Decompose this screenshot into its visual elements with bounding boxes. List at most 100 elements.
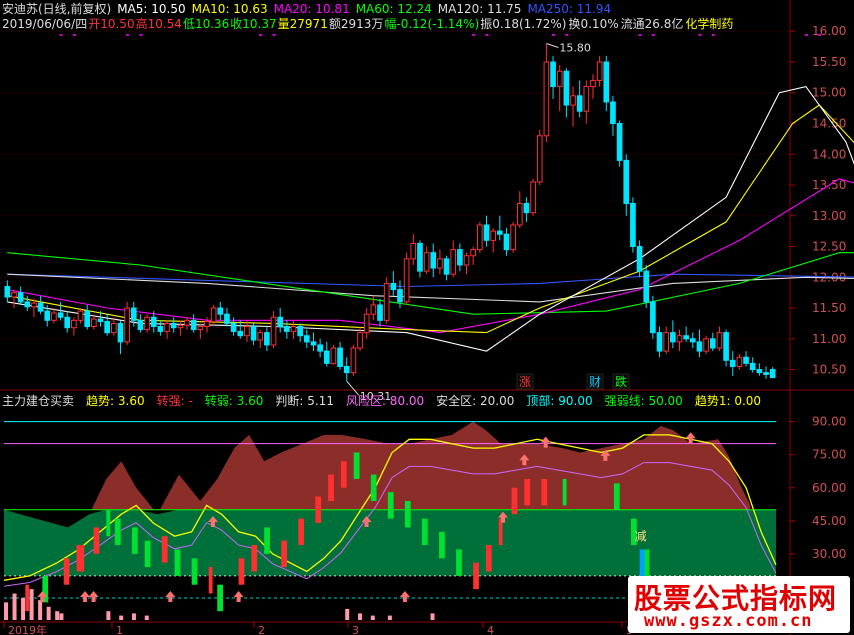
candle-body [310, 341, 317, 346]
candle-body [590, 79, 596, 88]
candle-body [510, 224, 516, 251]
candle-body [370, 304, 377, 315]
bottom-pink-bar [55, 611, 60, 620]
trend-step-bar [174, 549, 181, 576]
candle-body [257, 332, 264, 341]
price-header-line1: 安迪苏(日线,前复权) MA5: 10.50 MA10: 10.63 MA20: 10… [2, 2, 617, 16]
ma-value-6: MA250: 11.94 [527, 2, 612, 16]
candle-body [723, 332, 729, 361]
ma-line-ma5 [7, 85, 854, 352]
candle-body [250, 325, 257, 341]
candle-body [769, 369, 776, 379]
candle-body [31, 302, 37, 308]
bar-info-extra-0: 振0.18(1.72%) [480, 17, 567, 31]
indicator-tick-label: 90.00 [812, 415, 846, 429]
candle-body [230, 322, 237, 332]
trend-step-bar [63, 558, 70, 585]
trend-step-bar [541, 478, 548, 506]
candle-body [703, 338, 709, 352]
trend-step-bar [353, 452, 360, 479]
watermark-url: www.gszx.com.cn [644, 611, 813, 631]
trend-step-bar [93, 527, 100, 554]
candle-body [556, 70, 563, 88]
bottom-pink-bar [430, 613, 435, 620]
ma-value-2: MA10: 10.63 [191, 2, 268, 16]
candle-body [210, 307, 217, 323]
x-axis-label: 2 [258, 624, 265, 635]
bar-info-extra-2: 流通26.8亿 [620, 17, 684, 31]
watermark-logo: 股票公式指标网 www.gszx.com.cn [628, 576, 850, 633]
indicator-value-1: 趋势: 3.60 [86, 394, 145, 408]
candle-body [636, 246, 643, 272]
bottom-pink-bar [358, 613, 363, 620]
candle-body [463, 255, 470, 266]
candle-body [536, 135, 543, 183]
top-signal-dot [711, 34, 715, 36]
trend-step-bar [76, 545, 85, 572]
trend-step-bar [251, 545, 258, 572]
bottom-pink-bar [12, 593, 17, 620]
candle-body [383, 282, 390, 321]
indicator-value-5: 风险区: 80.00 [345, 394, 425, 408]
x-axis-label: 1 [116, 624, 123, 635]
candle-body [610, 101, 616, 124]
top-signal-dot [485, 34, 489, 36]
candle-body [729, 359, 736, 367]
candle-body [749, 362, 756, 371]
trend-step-bar [473, 562, 479, 590]
top-signal-dot [126, 34, 130, 36]
candle-body [417, 242, 423, 272]
candle-body [756, 369, 763, 374]
bottom-pink-bar [119, 615, 124, 620]
candle-body [377, 304, 383, 321]
candle-body [656, 332, 663, 352]
candle-body [650, 301, 656, 334]
trend-step-bar [281, 540, 287, 568]
candle-body [670, 332, 676, 343]
candle-body [64, 316, 71, 329]
candle-body [217, 307, 224, 315]
price-tick-label: 10.50 [812, 363, 846, 377]
top-signal-dot [804, 34, 808, 36]
top-signal-dot [259, 34, 263, 36]
trend-step-bar [439, 531, 445, 559]
trend-step-bar [114, 518, 121, 546]
candle-body [144, 316, 150, 331]
trend-step-bar [238, 558, 245, 585]
bottom-pink-bar [4, 602, 8, 620]
candle-body [11, 292, 17, 298]
candle-body [24, 301, 31, 308]
candle-body [743, 356, 749, 364]
candle-body [323, 350, 330, 364]
trend-step-bar [485, 545, 492, 572]
chart-canvas: 16.0015.5015.0014.5014.0013.5013.0012.50… [0, 0, 854, 635]
trend-step-bar [524, 478, 531, 506]
candle-body [683, 335, 689, 340]
candle-body [4, 286, 11, 298]
candle-body [437, 258, 443, 269]
candle-body [443, 258, 450, 275]
candle-body [197, 325, 204, 331]
top-signal-dot [59, 34, 63, 36]
price-tick-label: 11.50 [812, 301, 846, 315]
candle-body [91, 318, 97, 327]
candle-body [157, 325, 164, 332]
bottom-pink-bar [59, 613, 64, 620]
trend-step-bar [191, 558, 198, 585]
bottom-pink-bar [387, 615, 392, 620]
x-axis-label: 3 [352, 624, 359, 635]
reduce-label: 减 [635, 530, 647, 544]
candle-body [244, 325, 250, 337]
candle-body [470, 249, 477, 257]
indicator-value-9: 趋势1: 0.00 [694, 394, 762, 408]
candle-body [716, 332, 723, 349]
indicator-tick-label: 45.00 [812, 514, 846, 528]
bar-info-5: 量27971 [277, 17, 328, 31]
candle-body [297, 325, 303, 337]
candle-body [623, 159, 630, 204]
candle-body [410, 242, 417, 260]
candle-body [71, 319, 77, 329]
trend-step-bar [456, 549, 462, 576]
price-tick-label: 12.50 [812, 240, 846, 254]
candle-body [343, 365, 350, 374]
